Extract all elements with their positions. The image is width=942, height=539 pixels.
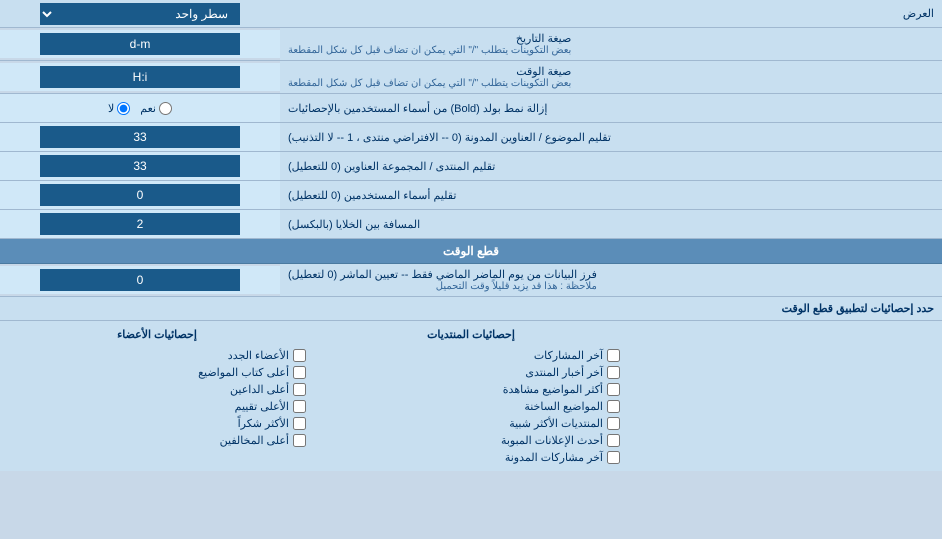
time-format-sublabel: بعض التكوينات يتطلب "/" التي يمكن ان تضا… xyxy=(288,78,571,89)
time-format-input[interactable] xyxy=(40,66,240,88)
sort-forum-input[interactable] xyxy=(40,155,240,177)
bold-radio-group: نعم لا xyxy=(108,102,172,115)
sort-topics-input[interactable] xyxy=(40,126,240,148)
col1-item-6[interactable]: آخر مشاركات المدونة xyxy=(322,451,620,464)
bold-no-radio[interactable] xyxy=(117,102,130,115)
time-format-row: صيغة الوقت بعض التكوينات يتطلب "/" التي … xyxy=(0,61,942,94)
lines-select-container[interactable]: سطر واحد xyxy=(0,1,280,27)
col2-header: إحصائيات الأعضاء xyxy=(8,328,306,341)
col1-check-2[interactable] xyxy=(607,383,620,396)
date-format-label: صيغة التاريخ بعض التكوينات يتطلب "/" الت… xyxy=(280,28,942,60)
time-format-label: صيغة الوقت بعض التكوينات يتطلب "/" التي … xyxy=(280,61,942,93)
col1-check-6[interactable] xyxy=(607,451,620,464)
sort-forum-input-container[interactable] xyxy=(0,152,280,180)
col1-check-3[interactable] xyxy=(607,400,620,413)
space-cells-input-container[interactable] xyxy=(0,210,280,238)
date-format-row: صيغة التاريخ بعض التكوينات يتطلب "/" الت… xyxy=(0,28,942,61)
col2-check-0[interactable] xyxy=(293,349,306,362)
col2-item-0[interactable]: الأعضاء الجدد xyxy=(8,349,306,362)
display-label: العرض xyxy=(280,3,942,24)
date-format-input-container[interactable] xyxy=(0,30,280,58)
col1-check-4[interactable] xyxy=(607,417,620,430)
col1-header: إحصائيات المنتديات xyxy=(322,328,620,341)
bold-yes-radio[interactable] xyxy=(159,102,172,115)
col2-item-1[interactable]: أعلى كتاب المواضيع xyxy=(8,366,306,379)
col1-check-5[interactable] xyxy=(607,434,620,447)
col2-checkboxes: إحصائيات الأعضاء الأعضاء الجدد أعلى كتاب… xyxy=(0,326,314,466)
date-format-sublabel: بعض التكوينات يتطلب "/" التي يمكن ان تضا… xyxy=(288,45,571,56)
col1-check-1[interactable] xyxy=(607,366,620,379)
col1-item-0[interactable]: آخر المشاركات xyxy=(322,349,620,362)
header-row: العرض سطر واحد xyxy=(0,0,942,28)
col1-check-0[interactable] xyxy=(607,349,620,362)
date-format-input[interactable] xyxy=(40,33,240,55)
sort-users-row: تقليم أسماء المستخدمين (0 للتعطيل) xyxy=(0,181,942,210)
time-format-input-container[interactable] xyxy=(0,63,280,91)
space-cells-label: المسافة بين الخلايا (بالبكسل) xyxy=(280,210,942,238)
sort-topics-row: تقليم الموضوع / العناوين المدونة (0 -- ا… xyxy=(0,123,942,152)
col2-check-2[interactable] xyxy=(293,383,306,396)
col2-check-4[interactable] xyxy=(293,417,306,430)
sort-topics-label: تقليم الموضوع / العناوين المدونة (0 -- ا… xyxy=(280,123,942,151)
col2-check-5[interactable] xyxy=(293,434,306,447)
bold-remove-radio-container: نعم لا xyxy=(0,94,280,122)
cutoff-input[interactable] xyxy=(40,269,240,291)
col1-item-3[interactable]: المواضيع الساخنة xyxy=(322,400,620,413)
col1-item-1[interactable]: آخر أخبار المنتدى xyxy=(322,366,620,379)
bold-no-text: لا xyxy=(108,102,114,115)
col1-checkboxes: إحصائيات المنتديات آخر المشاركات آخر أخب… xyxy=(314,326,628,466)
bold-remove-label: إزالة نمط بولد (Bold) من أسماء المستخدمي… xyxy=(280,94,942,122)
col2-item-4[interactable]: الأكثر شكراً xyxy=(8,417,306,430)
cutoff-row-note: ملاحظة : هذا قد يزيد قليلاً وقت التحميل xyxy=(288,281,597,292)
space-cells-input[interactable] xyxy=(40,213,240,235)
checkbox-cols-container: إحصائيات المنتديات آخر المشاركات آخر أخب… xyxy=(0,321,942,471)
lines-select[interactable]: سطر واحد xyxy=(40,3,240,25)
cutoff-row-label: فرز البيانات من يوم الماضر الماضي فقط --… xyxy=(288,268,597,281)
checkbox-limit-header-row: حدد إحصائيات لتطبيق قطع الوقت xyxy=(0,297,942,321)
col2-item-2[interactable]: أعلى الداعين xyxy=(8,383,306,396)
cutoff-label: فرز البيانات من يوم الماضر الماضي فقط --… xyxy=(280,264,942,296)
sort-forum-row: تقليم المنتدى / المجموعة العناوين (0 للت… xyxy=(0,152,942,181)
bold-remove-row: إزالة نمط بولد (Bold) من أسماء المستخدمي… xyxy=(0,94,942,123)
bold-yes-text: نعم xyxy=(140,102,156,115)
col1-item-4[interactable]: المنتديات الأكثر شبية xyxy=(322,417,620,430)
sort-users-input[interactable] xyxy=(40,184,240,206)
col2-item-5[interactable]: أعلى المخالفين xyxy=(8,434,306,447)
sort-users-input-container[interactable] xyxy=(0,181,280,209)
col2-check-1[interactable] xyxy=(293,366,306,379)
checkbox-limit-label: حدد إحصائيات لتطبيق قطع الوقت xyxy=(8,302,934,315)
time-format-title: صيغة الوقت xyxy=(288,65,571,78)
col2-item-3[interactable]: الأعلى تقييم xyxy=(8,400,306,413)
date-format-title: صيغة التاريخ xyxy=(288,32,571,45)
col1-item-2[interactable]: أكثر المواضيع مشاهدة xyxy=(322,383,620,396)
bold-no-label[interactable]: لا xyxy=(108,102,130,115)
cutoff-section-header: قطع الوقت xyxy=(0,239,942,264)
sort-topics-input-container[interactable] xyxy=(0,123,280,151)
sort-forum-label: تقليم المنتدى / المجموعة العناوين (0 للت… xyxy=(280,152,942,180)
col2-check-3[interactable] xyxy=(293,400,306,413)
col1-item-5[interactable]: أحدث الإعلانات المبوبة xyxy=(322,434,620,447)
empty-col xyxy=(628,326,942,466)
cutoff-row: فرز البيانات من يوم الماضر الماضي فقط --… xyxy=(0,264,942,297)
bold-yes-label[interactable]: نعم xyxy=(140,102,172,115)
cutoff-input-container[interactable] xyxy=(0,266,280,294)
space-cells-row: المسافة بين الخلايا (بالبكسل) xyxy=(0,210,942,239)
sort-users-label: تقليم أسماء المستخدمين (0 للتعطيل) xyxy=(280,181,942,209)
